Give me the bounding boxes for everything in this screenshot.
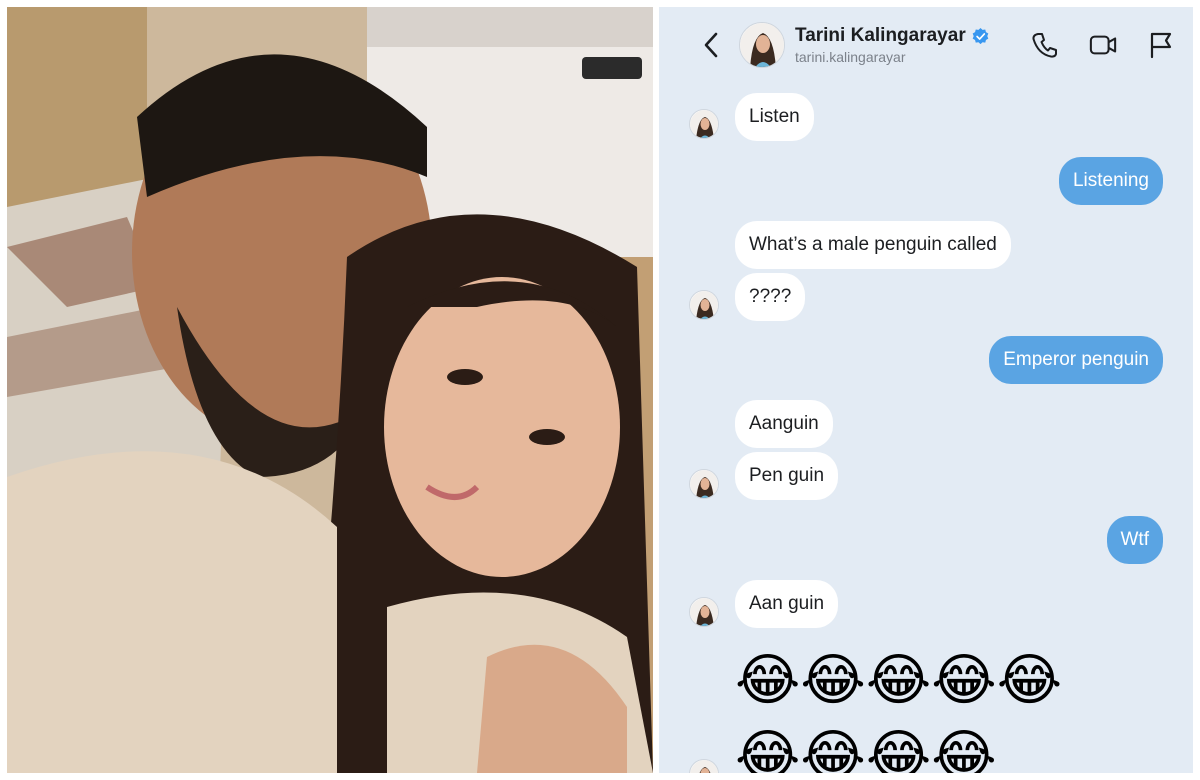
message-bubble-incoming[interactable]: Listen bbox=[735, 93, 814, 141]
report-button[interactable] bbox=[1147, 31, 1175, 59]
chevron-left-icon bbox=[704, 32, 718, 58]
chat-screen: Tarini Kalingarayar tarini.kalingarayar bbox=[659, 7, 1193, 773]
contact-handle: tarini.kalingarayar bbox=[795, 49, 906, 65]
sender-avatar bbox=[689, 469, 719, 499]
video-camera-icon bbox=[1089, 35, 1117, 55]
header-actions bbox=[1031, 31, 1175, 59]
photo-illustration bbox=[7, 7, 653, 773]
message-bubble-outgoing[interactable]: Emperor penguin bbox=[989, 336, 1163, 384]
sender-avatar bbox=[689, 597, 719, 627]
message-bubble-outgoing[interactable]: Listening bbox=[1058, 157, 1163, 205]
chat-header: Tarini Kalingarayar tarini.kalingarayar bbox=[659, 7, 1193, 83]
contact-info[interactable]: Tarini Kalingarayar tarini.kalingarayar bbox=[795, 25, 989, 65]
flag-icon bbox=[1150, 32, 1172, 59]
message-bubble-incoming[interactable]: Aan guin bbox=[735, 580, 839, 628]
emoji-message[interactable]: 😂😂😂😂😂 bbox=[735, 649, 1062, 713]
message-bubble-outgoing[interactable]: Wtf bbox=[1106, 516, 1163, 564]
message-bubble-incoming[interactable]: Aanguin bbox=[735, 400, 833, 448]
sender-avatar bbox=[689, 109, 719, 139]
phone-icon bbox=[1032, 33, 1057, 58]
contact-name: Tarini Kalingarayar bbox=[795, 25, 966, 46]
message-bubble-incoming[interactable]: What’s a male penguin called bbox=[735, 221, 1011, 269]
contact-avatar[interactable] bbox=[739, 22, 785, 68]
back-button[interactable] bbox=[699, 32, 723, 58]
couple-selfie-photo bbox=[7, 7, 653, 773]
message-bubble-incoming[interactable]: Pen guin bbox=[735, 452, 839, 500]
emoji-message[interactable]: 😂😂😂😂 bbox=[735, 725, 997, 774]
sender-avatar bbox=[689, 290, 719, 320]
message-bubble-incoming[interactable]: ???? bbox=[735, 273, 806, 321]
verified-badge-icon bbox=[972, 27, 989, 44]
contact-avatar-image bbox=[740, 23, 784, 67]
voice-call-button[interactable] bbox=[1031, 31, 1059, 59]
video-call-button[interactable] bbox=[1089, 31, 1117, 59]
sender-avatar bbox=[689, 759, 719, 773]
